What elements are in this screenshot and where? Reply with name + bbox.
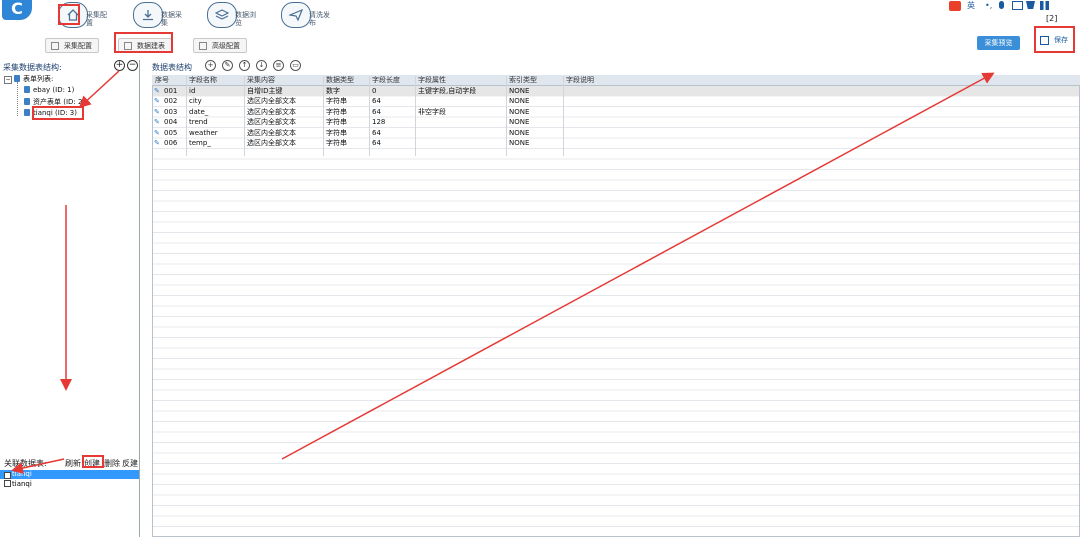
annotation-arrow (11, 458, 65, 474)
annotation-arrows (11, 70, 995, 474)
annotation-arrow (281, 72, 995, 460)
annotation-arrow (78, 70, 120, 109)
